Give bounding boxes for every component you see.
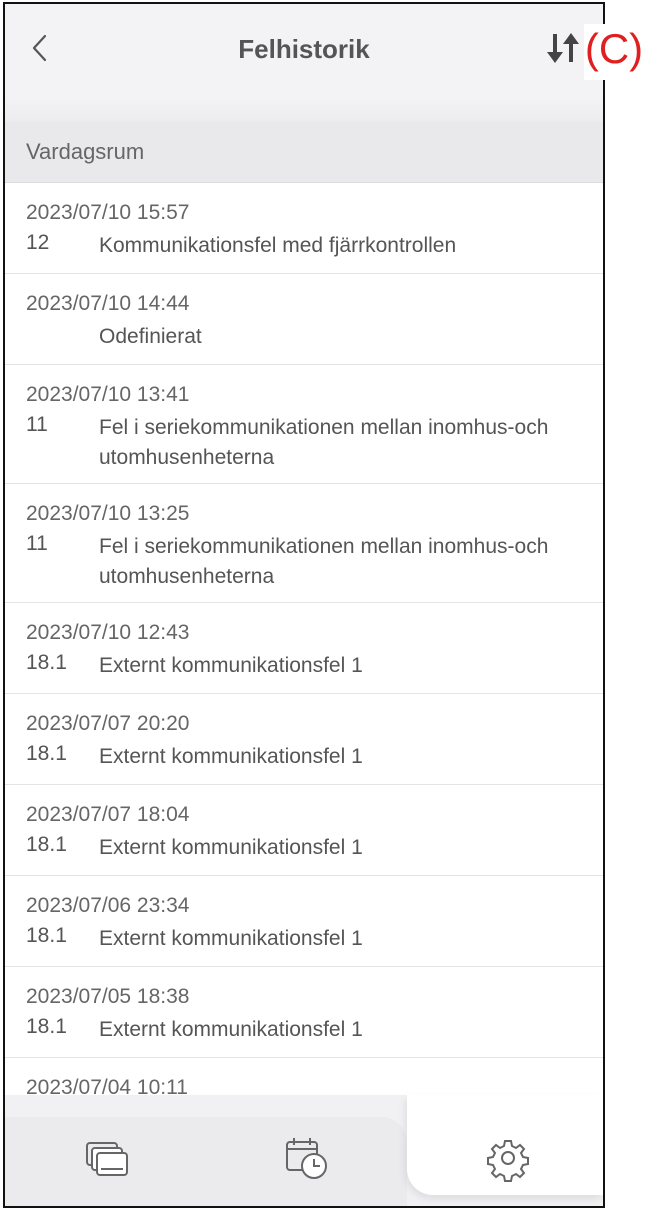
error-date: 2023/07/05 18:38	[26, 985, 190, 1008]
error-code: 11	[26, 532, 48, 555]
error-message: Fel i seriekommunikationen mellan inomhu…	[99, 535, 549, 588]
annotation-label: (C)	[584, 24, 644, 80]
phone-screen: Felhistorik Vardagsrum 2023/07/10 15:57 …	[3, 2, 605, 1208]
error-code: 12	[26, 231, 50, 254]
sort-button[interactable]	[543, 28, 583, 68]
error-date: 2023/07/04 10:11	[26, 1076, 188, 1095]
list-item[interactable]: 2023/07/10 15:57 12 Kommunikationsfel me…	[5, 183, 603, 274]
room-name: Vardagsrum	[26, 139, 145, 164]
tab-devices[interactable]	[81, 1133, 131, 1183]
sort-arrows-icon	[547, 33, 579, 63]
tab-settings[interactable]	[483, 1133, 533, 1183]
error-date: 2023/07/10 13:25	[26, 502, 190, 525]
page-title: Felhistorik	[238, 34, 370, 64]
tab-bar-background	[5, 1117, 407, 1206]
bottom-tab-bar	[5, 1095, 603, 1206]
error-code: 18.1	[26, 742, 67, 765]
error-message: Externt kommunikationsfel 1	[99, 836, 363, 859]
error-date: 2023/07/06 23:34	[26, 894, 190, 917]
error-code: 18.1	[26, 651, 67, 674]
error-history-list: 2023/07/10 15:57 12 Kommunikationsfel me…	[5, 183, 603, 1095]
list-item[interactable]: 2023/07/04 10:11	[5, 1058, 603, 1095]
error-message: Fel i seriekommunikationen mellan inomhu…	[99, 416, 549, 469]
room-section-header: Vardagsrum	[5, 122, 603, 183]
list-item[interactable]: 2023/07/05 18:38 18.1 Externt kommunikat…	[5, 967, 603, 1058]
error-message: Externt kommunikationsfel 1	[99, 927, 363, 950]
list-item[interactable]: 2023/07/07 18:04 18.1 Externt kommunikat…	[5, 785, 603, 876]
error-code: 18.1	[26, 1015, 67, 1038]
error-message: Odefinierat	[99, 325, 202, 348]
error-message: Externt kommunikationsfel 1	[99, 1018, 363, 1041]
list-item[interactable]: 2023/07/10 14:44 Odefinierat	[5, 274, 603, 365]
error-date: 2023/07/10 15:57	[26, 201, 190, 224]
tab-schedule[interactable]	[281, 1133, 331, 1183]
list-item[interactable]: 2023/07/07 20:20 18.1 Externt kommunikat…	[5, 694, 603, 785]
list-item[interactable]: 2023/07/10 13:41 11 Fel i seriekommunika…	[5, 365, 603, 484]
error-code: 18.1	[26, 833, 67, 856]
error-message: Externt kommunikationsfel 1	[99, 745, 363, 768]
error-date: 2023/07/10 13:41	[26, 383, 190, 406]
settings-gear-icon	[487, 1140, 529, 1182]
error-date: 2023/07/07 20:20	[26, 712, 190, 735]
error-code: 18.1	[26, 924, 67, 947]
error-message: Kommunikationsfel med fjärrkontrollen	[99, 234, 457, 257]
error-code: 11	[26, 413, 48, 436]
devices-icon	[86, 1142, 128, 1176]
error-date: 2023/07/10 12:43	[26, 621, 190, 644]
schedule-icon	[286, 1138, 327, 1179]
list-item[interactable]: 2023/07/10 12:43 18.1 Externt kommunikat…	[5, 603, 603, 694]
error-message: Externt kommunikationsfel 1	[99, 654, 363, 677]
list-item[interactable]: 2023/07/06 23:34 18.1 Externt kommunikat…	[5, 876, 603, 967]
header: Felhistorik	[5, 4, 603, 122]
error-date: 2023/07/07 18:04	[26, 803, 190, 826]
list-item[interactable]: 2023/07/10 13:25 11 Fel i seriekommunika…	[5, 484, 603, 603]
error-date: 2023/07/10 14:44	[26, 292, 190, 315]
